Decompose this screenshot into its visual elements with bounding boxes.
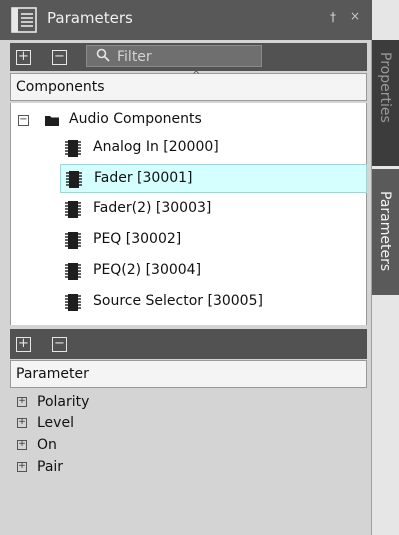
component-chip-icon — [66, 171, 82, 188]
parameter-item-level[interactable]: + Level — [10, 413, 310, 433]
component-chip-icon — [65, 140, 81, 157]
component-chip-icon — [65, 294, 81, 311]
filter-box[interactable] — [86, 45, 262, 67]
component-item-peq-2[interactable]: PEQ(2) [30004] — [60, 257, 367, 286]
parameters-toolbar: + − — [10, 329, 367, 359]
tab-properties-label: Properties — [377, 52, 393, 123]
tab-properties[interactable]: Properties — [372, 40, 399, 166]
panel-title: Parameters — [47, 9, 133, 27]
component-label: PEQ [30002] — [93, 231, 182, 247]
collapse-all-parameters-button[interactable]: − — [52, 337, 67, 352]
component-chip-icon — [65, 232, 81, 249]
pin-icon[interactable]: † — [330, 10, 336, 24]
expand-node-icon[interactable]: + — [17, 397, 27, 407]
component-chip-icon — [65, 263, 81, 280]
component-label: Source Selector [30005] — [93, 293, 263, 309]
sort-caret-icon: ^ — [192, 70, 201, 81]
tab-parameters-label: Parameters — [377, 191, 393, 272]
component-item-peq[interactable]: PEQ [30002] — [60, 226, 367, 255]
component-label: Analog In [20000] — [93, 139, 219, 155]
filter-input[interactable] — [117, 48, 257, 65]
expand-all-components-button[interactable]: + — [16, 50, 31, 65]
tab-parameters[interactable]: Parameters — [372, 169, 399, 295]
component-chip-icon — [65, 201, 81, 218]
components-header-label: Components — [16, 79, 105, 95]
parameters-window-icon — [11, 7, 37, 33]
collapse-all-components-button[interactable]: − — [52, 50, 67, 65]
parameter-item-on[interactable]: + On — [10, 435, 310, 455]
side-tab-strip: Properties Parameters — [372, 0, 399, 535]
parameter-item-pair[interactable]: + Pair — [10, 457, 310, 477]
expand-node-icon[interactable]: + — [17, 418, 27, 428]
component-item-source-selector[interactable]: Source Selector [30005] — [60, 288, 367, 317]
folder-icon — [45, 116, 59, 126]
search-icon — [96, 48, 110, 62]
component-item-analog-in[interactable]: Analog In [20000] — [60, 134, 367, 163]
component-label: Fader [30001] — [94, 170, 193, 186]
tree-node-label: Audio Components — [69, 111, 202, 127]
component-item-fader-2[interactable]: Fader(2) [30003] — [60, 195, 367, 224]
parameter-label: Pair — [37, 459, 64, 475]
parameter-label: Polarity — [37, 394, 90, 410]
components-tree: − Audio Components Analog In [20000] Fad… — [10, 103, 367, 325]
components-column-header[interactable]: Components ^ — [10, 70, 367, 101]
component-label: Fader(2) [30003] — [93, 200, 212, 216]
collapse-node-icon[interactable]: − — [18, 115, 29, 126]
expand-node-icon[interactable]: + — [17, 440, 27, 450]
parameter-label: On — [37, 437, 57, 453]
panel-title-bar[interactable]: Parameters † × — [0, 0, 372, 40]
parameter-label: Level — [37, 415, 74, 431]
component-item-fader[interactable]: Fader [30001] — [60, 164, 367, 193]
parameter-item-polarity[interactable]: + Polarity — [10, 392, 310, 412]
parameter-header-label: Parameter — [16, 366, 89, 382]
expand-all-parameters-button[interactable]: + — [16, 337, 31, 352]
expand-node-icon[interactable]: + — [17, 462, 27, 472]
component-label: PEQ(2) [30004] — [93, 262, 202, 278]
parameters-panel: Parameters † × + − Components ^ − Audio … — [0, 0, 372, 535]
close-icon[interactable]: × — [350, 9, 360, 23]
tree-node-audio-components[interactable]: − Audio Components — [11, 107, 311, 131]
parameter-tree: + Polarity + Level + On + Pair — [10, 388, 367, 535]
components-toolbar: + − — [10, 43, 367, 71]
parameter-column-header[interactable]: Parameter — [10, 360, 367, 388]
